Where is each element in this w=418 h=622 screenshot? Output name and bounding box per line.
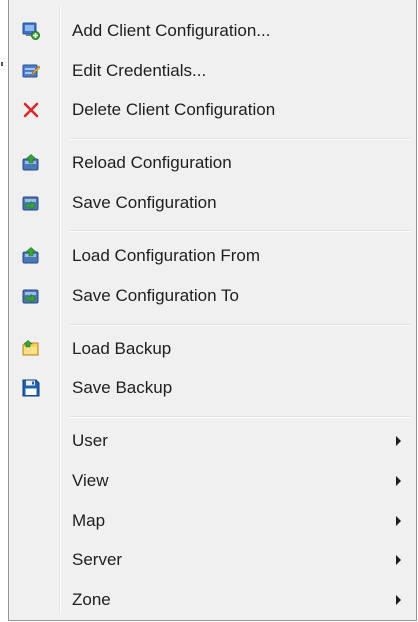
menu-item-label: Delete Client Configuration <box>72 100 276 119</box>
menu-item-zone[interactable]: Zone <box>11 581 413 619</box>
menu-item-save-configuration-to[interactable]: Save Configuration To <box>11 277 413 315</box>
menu-item-label: Save Backup <box>72 378 173 397</box>
menu-item-map[interactable]: Map <box>11 502 413 540</box>
floppy-disk-icon <box>22 379 40 397</box>
menu-item-save-backup[interactable]: Save Backup <box>11 369 413 407</box>
add-client-icon <box>22 22 40 40</box>
menu-separator <box>70 138 411 140</box>
delete-x-icon <box>22 101 40 119</box>
menu-item-reload-configuration[interactable]: Reload Configuration <box>11 144 413 182</box>
menu-separator <box>70 416 411 418</box>
menu-item-label: Load Configuration From <box>72 246 261 265</box>
menu-item-label: Load Backup <box>72 339 172 358</box>
submenu-arrow-icon <box>396 516 401 526</box>
menu-item-label: Zone <box>72 590 111 609</box>
window-edge <box>0 0 8 622</box>
menu-item-label: Add Client Configuration... <box>72 21 271 40</box>
edit-credentials-icon <box>22 62 41 80</box>
menu-item-label: Server <box>72 550 123 569</box>
menu-separator <box>70 324 411 326</box>
menu-item-delete-client-configuration[interactable]: Delete Client Configuration <box>11 91 413 129</box>
save-config-to-icon <box>22 287 40 305</box>
menu-item-view[interactable]: View <box>11 462 413 500</box>
submenu-arrow-icon <box>396 476 401 486</box>
load-config-from-icon <box>22 247 40 265</box>
reload-config-icon <box>22 154 40 172</box>
menu-item-load-configuration-from[interactable]: Load Configuration From <box>11 237 413 275</box>
menu-item-label: Edit Credentials... <box>72 61 207 80</box>
menu-item-label: Save Configuration To <box>72 286 239 305</box>
menu-item-edit-credentials[interactable]: Edit Credentials... <box>11 52 413 90</box>
menu-separator <box>70 230 411 232</box>
menu-item-label: Reload Configuration <box>72 153 232 172</box>
submenu-arrow-icon <box>396 555 401 565</box>
menu-item-label: View <box>72 471 109 490</box>
menu-item-label: Save Configuration <box>72 193 217 212</box>
menu-item-server[interactable]: Server <box>11 541 413 579</box>
menu-item-user[interactable]: User <box>11 422 413 460</box>
menu-item-load-backup[interactable]: Load Backup <box>11 330 413 368</box>
menu-item-label: Map <box>72 511 106 530</box>
edge-mark <box>1 62 3 66</box>
save-config-icon <box>22 194 40 212</box>
submenu-arrow-icon <box>396 595 401 605</box>
menu-item-save-configuration[interactable]: Save Configuration <box>11 184 413 222</box>
menu-item-label: User <box>72 431 108 450</box>
submenu-arrow-icon <box>396 436 401 446</box>
load-backup-folder-icon <box>22 340 40 358</box>
context-menu: Add Client Configuration... Edit Credent… <box>8 0 417 621</box>
menu-item-add-client-configuration[interactable]: Add Client Configuration... <box>11 12 413 50</box>
